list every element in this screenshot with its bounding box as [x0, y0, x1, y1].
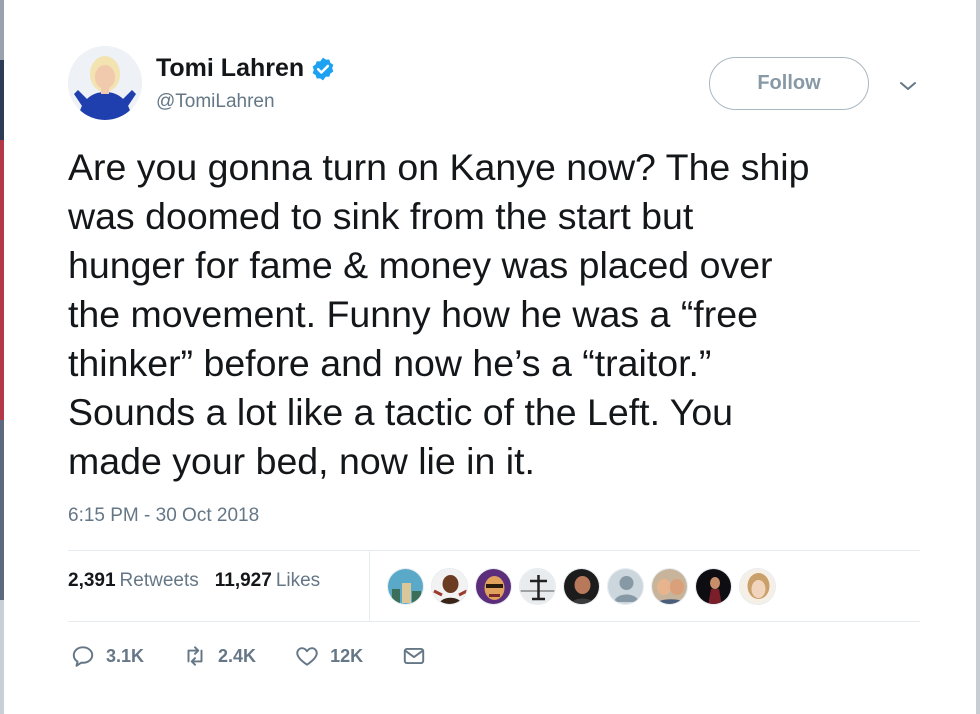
retweets-stat[interactable]: 2,391 Retweets	[68, 570, 199, 592]
author-name-row: Tomi Lahren	[156, 54, 336, 83]
liker-avatar[interactable]	[695, 568, 732, 605]
heart-icon	[296, 647, 318, 666]
follow-button[interactable]: Follow	[709, 57, 869, 110]
tweet-text-line: thinker” before and now he’s a “traitor.…	[68, 342, 712, 384]
liker-avatar[interactable]	[431, 568, 468, 605]
liker-avatar[interactable]	[739, 568, 776, 605]
retweets-label: Retweets	[119, 570, 199, 591]
liker-avatar[interactable]	[563, 568, 600, 605]
reply-count: 3.1K	[106, 645, 145, 666]
tweet-text-line: Are you gonna turn on Kanye now? The shi…	[68, 146, 810, 188]
retweet-count: 2.4K	[218, 645, 257, 666]
reply-button[interactable]: 3.1K	[70, 643, 144, 669]
likes-count: 11,927	[214, 570, 272, 591]
liker-avatar[interactable]	[607, 568, 644, 605]
tweet-actions: 3.1K 2.4K 12K	[70, 643, 475, 669]
background-right-edge	[976, 0, 980, 714]
tweet-card: Tomi Lahren @TomiLahren Follow Are you g…	[4, 0, 976, 714]
tweet-text-line: made your bed, now lie in it.	[68, 440, 535, 482]
likes-stat[interactable]: 11,927 Likes	[215, 570, 320, 592]
liker-avatars	[387, 568, 783, 605]
retweets-count: 2,391	[68, 570, 116, 591]
tweet-text-line: Sounds a lot like a tactic of the Left. …	[68, 391, 734, 433]
tweet-stats: 2,391 Retweets 11,927 Likes	[68, 570, 320, 592]
like-button[interactable]: 12K	[294, 643, 363, 669]
liker-avatar[interactable]	[387, 568, 424, 605]
liker-avatar[interactable]	[519, 568, 556, 605]
tweet-timestamp[interactable]: 6:15 PM - 30 Oct 2018	[68, 505, 259, 527]
avatar-image	[68, 46, 142, 120]
divider-bottom	[68, 621, 920, 622]
verified-badge-icon	[310, 56, 336, 82]
tweet-text: Are you gonna turn on Kanye now? The shi…	[68, 143, 948, 486]
author-handle[interactable]: @TomiLahren	[156, 91, 275, 113]
like-count: 12K	[330, 645, 364, 666]
divider-top	[68, 550, 920, 551]
stats-divider	[369, 551, 370, 621]
chevron-down-icon[interactable]	[896, 74, 920, 98]
tweet-text-line: was doomed to sink from the start but	[68, 195, 694, 237]
liker-avatar[interactable]	[651, 568, 688, 605]
envelope-icon	[403, 647, 425, 665]
likes-label: Likes	[275, 570, 321, 591]
reply-icon	[72, 646, 94, 667]
liker-avatar[interactable]	[475, 568, 512, 605]
author-name[interactable]: Tomi Lahren	[156, 54, 304, 83]
tweet-text-line: the movement. Funny how he was a “free	[68, 293, 758, 335]
tweet-text-line: hunger for fame & money was placed over	[68, 244, 773, 286]
direct-message-button[interactable]	[401, 643, 437, 669]
retweet-icon	[187, 646, 203, 666]
retweet-button[interactable]: 2.4K	[182, 643, 256, 669]
author-avatar[interactable]	[68, 46, 142, 120]
